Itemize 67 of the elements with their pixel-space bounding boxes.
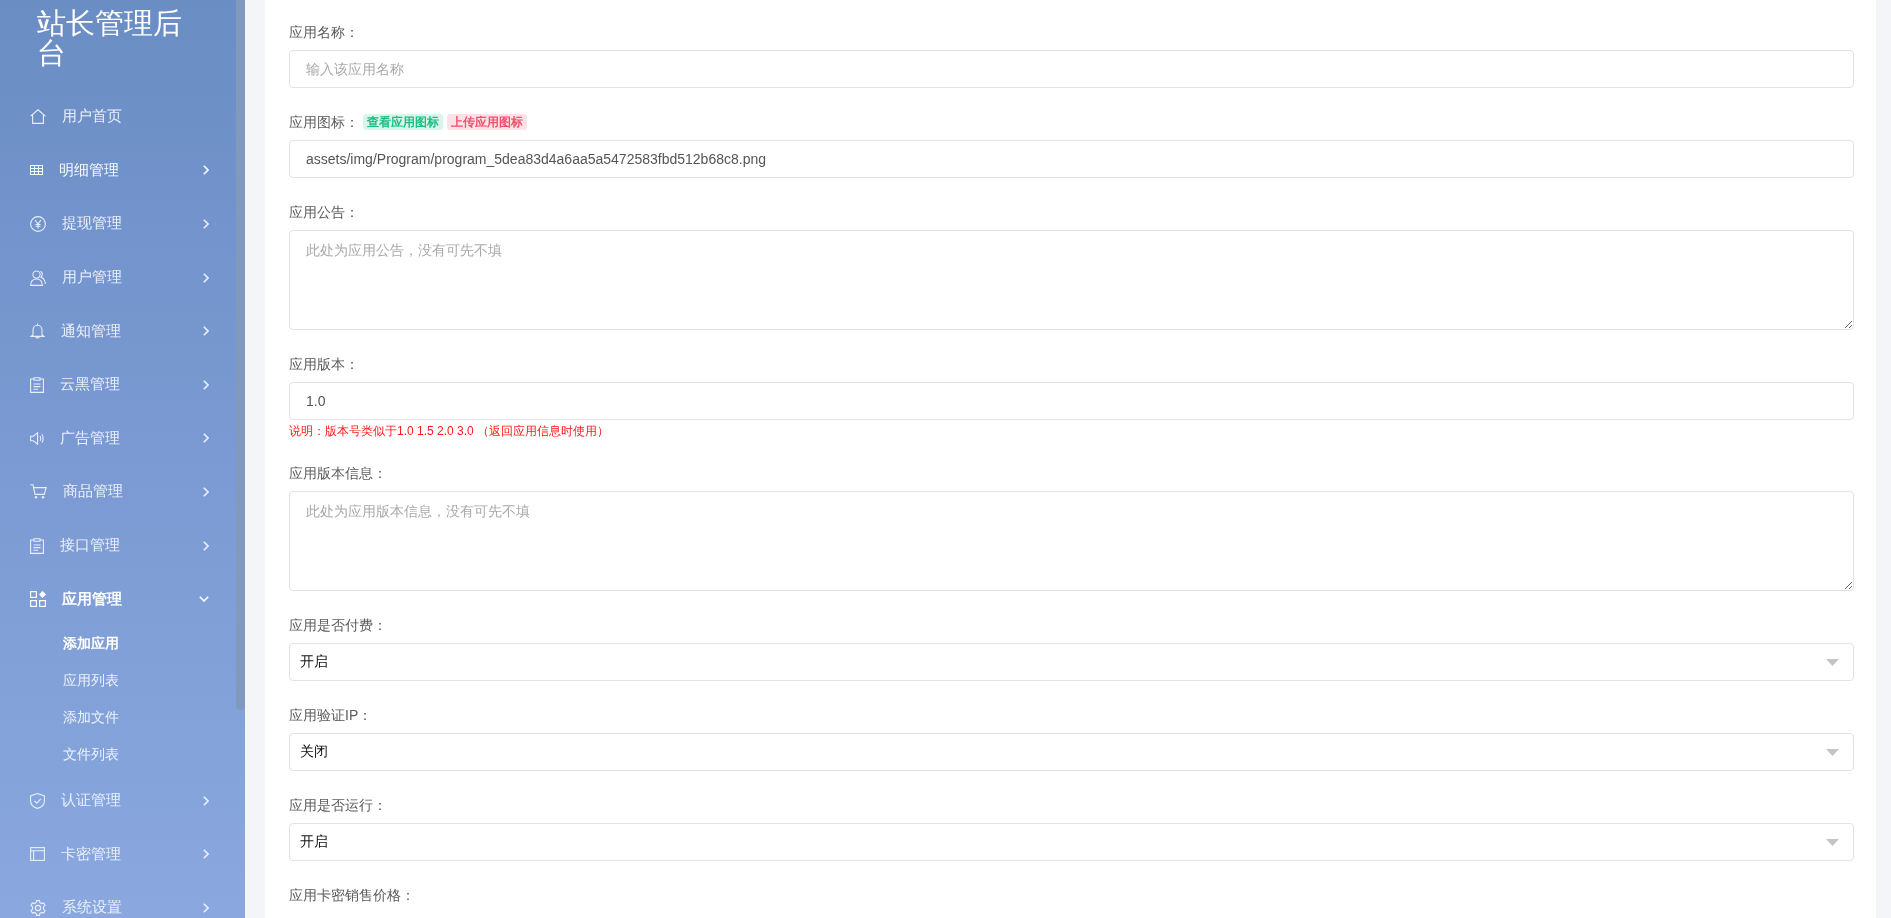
menu-item[interactable]: 明细管理 bbox=[0, 143, 236, 198]
speaker-icon bbox=[30, 431, 44, 445]
chevron-right-icon bbox=[203, 379, 209, 390]
chevron-down-icon bbox=[199, 596, 209, 603]
submenu-item[interactable]: 文件列表 bbox=[0, 736, 236, 774]
menu-item[interactable]: 应用管理 bbox=[0, 572, 236, 626]
menu-item[interactable]: 接口管理 bbox=[0, 518, 236, 573]
submenu-item[interactable]: 添加文件 bbox=[0, 699, 236, 737]
tag-link[interactable]: 上传应用图标 bbox=[447, 114, 527, 130]
cart-icon bbox=[30, 484, 47, 500]
yen-coin-icon bbox=[30, 216, 46, 232]
select-field[interactable]: 关闭 bbox=[289, 733, 1854, 771]
chevron-right-icon bbox=[203, 219, 209, 229]
menu-item[interactable]: 商品管理 bbox=[0, 465, 236, 519]
chevron-right-icon bbox=[203, 486, 209, 497]
menu-item[interactable]: 提现管理 bbox=[0, 197, 236, 251]
field-label: 应用是否运行： bbox=[289, 796, 387, 815]
field-label: 应用卡密销售价格： bbox=[289, 886, 415, 905]
field-label: 应用公告： bbox=[289, 203, 359, 222]
window-icon bbox=[30, 847, 45, 862]
chevron-right-icon bbox=[203, 272, 209, 283]
textarea-field[interactable]: 此处为应用公告，没有可先不填 bbox=[289, 230, 1854, 330]
select-field[interactable]: 开启 bbox=[289, 823, 1854, 861]
input-field[interactable]: 1.0 bbox=[289, 382, 1854, 420]
caret-icon bbox=[1826, 748, 1839, 756]
bell-icon bbox=[30, 323, 45, 340]
caret-icon bbox=[1826, 838, 1839, 846]
select-field[interactable]: 开启 bbox=[289, 643, 1854, 681]
textarea-field[interactable]: 此处为应用版本信息，没有可先不填 bbox=[289, 491, 1854, 591]
clipboard-icon bbox=[30, 537, 44, 554]
menu-item[interactable]: 通知管理 bbox=[0, 304, 236, 358]
caret-icon bbox=[1826, 658, 1839, 666]
clipboard-icon bbox=[30, 376, 44, 393]
user-icon bbox=[30, 269, 46, 286]
field-label: 应用版本信息： bbox=[289, 464, 387, 483]
shield-check-icon bbox=[30, 792, 45, 809]
input-field[interactable]: assets/img/Program/program_5dea83d4a6aa5a5472583fbd512b68c8.png bbox=[289, 140, 1854, 178]
field-label: 应用版本： bbox=[289, 355, 359, 374]
menu-item[interactable]: 云黑管理 bbox=[0, 357, 236, 412]
table-icon bbox=[30, 165, 43, 176]
chevron-right-icon bbox=[203, 433, 209, 444]
menu-item[interactable]: 用户管理 bbox=[0, 250, 236, 305]
field-label: 应用图标： bbox=[289, 113, 359, 132]
menu-item[interactable]: 用户首页 bbox=[0, 90, 236, 144]
field-label: 应用验证IP： bbox=[289, 706, 373, 725]
menu-item[interactable]: 广告管理 bbox=[0, 411, 236, 466]
settings-icon bbox=[30, 899, 46, 916]
chevron-right-icon bbox=[203, 540, 209, 551]
chevron-right-icon bbox=[203, 902, 209, 913]
input-field[interactable]: 输入该应用名称 bbox=[289, 50, 1854, 88]
field-note: 说明：版本号类似于1.0 1.5 2.0 3.0 （返回应用信息时使用） bbox=[289, 423, 611, 439]
menu-item[interactable]: 卡密管理 bbox=[0, 827, 236, 882]
submenu-item[interactable]: 应用列表 bbox=[0, 662, 236, 700]
menu-item[interactable]: 认证管理 bbox=[0, 773, 236, 828]
chevron-right-icon bbox=[203, 849, 209, 860]
chevron-right-icon bbox=[203, 165, 209, 176]
sidebar-title: 站长管理后台 bbox=[37, 8, 183, 68]
field-label: 应用名称： bbox=[289, 23, 359, 42]
submenu-item[interactable]: 添加应用 bbox=[0, 625, 236, 663]
tag-link[interactable]: 查看应用图标 bbox=[363, 114, 443, 130]
menu-item[interactable]: 系统设置 bbox=[0, 881, 236, 918]
field-label: 应用是否付费： bbox=[289, 616, 387, 635]
home-icon bbox=[30, 109, 46, 125]
chevron-right-icon bbox=[203, 795, 209, 806]
apps-icon bbox=[30, 591, 46, 608]
chevron-right-icon bbox=[203, 326, 209, 337]
scrollbar-thumb[interactable] bbox=[236, 0, 245, 710]
